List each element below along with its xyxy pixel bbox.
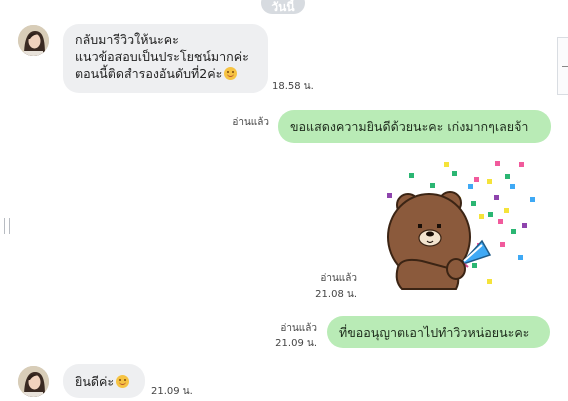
message-line: แนวข้อสอบเป็นประโยชน์มากค่ะ: [75, 49, 249, 64]
avatar[interactable]: [18, 25, 49, 56]
message-time: 21.08 น.: [315, 289, 357, 300]
message-time: 21.09 น.: [275, 338, 317, 349]
user-photo: [18, 25, 49, 56]
read-receipt: อ่านแล้ว: [280, 323, 317, 334]
resize-handle[interactable]: [4, 218, 10, 234]
message-line: ตอนนี้ติดสำรองอันดับที่2ค่ะ: [75, 65, 256, 82]
bear-sticker-icon: [387, 161, 535, 290]
read-receipt: อ่านแล้ว: [320, 273, 357, 284]
message-bubble-outgoing[interactable]: ขอแสดงความยินดีด้วยนะคะ เก่งมากๆเลยจ้า: [278, 110, 551, 143]
message-time: 18.58 น.: [272, 81, 314, 92]
message-line: กลับมารีวิวให้นะคะ: [75, 32, 179, 47]
date-divider: วันนี้: [261, 0, 305, 14]
read-receipt: อ่านแล้ว: [232, 117, 269, 128]
message-time: 21.09 น.: [151, 386, 193, 397]
message-line: ยินดีค่ะ: [75, 373, 133, 390]
sticker-brown-bear-party-popper[interactable]: [382, 157, 542, 297]
message-bubble-incoming[interactable]: กลับมารีวิวให้นะคะ แนวข้อสอบเป็นประโยชน์…: [63, 24, 268, 93]
collapse-panel-button[interactable]: [557, 37, 568, 95]
message-bubble-incoming[interactable]: ยินดีค่ะ: [63, 364, 145, 398]
message-bubble-outgoing[interactable]: ที่ขออนุญาตเอาไปทำวิวหน่อยนะคะ: [327, 316, 550, 348]
smiling-face-emoji: [224, 67, 238, 80]
user-photo: [18, 366, 49, 397]
smiling-face-emoji: [116, 375, 130, 388]
avatar[interactable]: [18, 366, 49, 397]
